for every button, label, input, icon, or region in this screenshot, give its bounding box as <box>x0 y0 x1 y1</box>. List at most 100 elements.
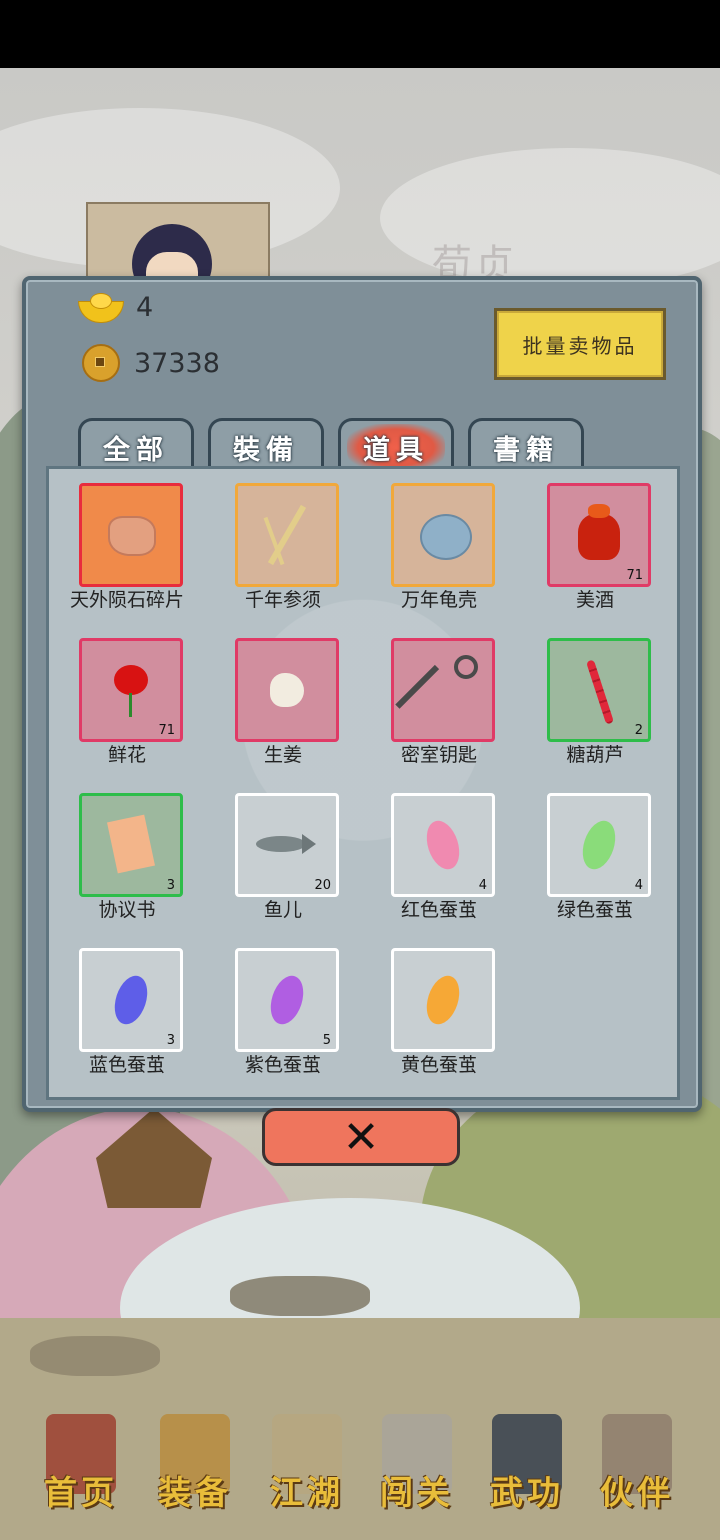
rock <box>30 1336 160 1376</box>
wine-jar-icon <box>578 514 620 560</box>
rose-icon <box>114 665 148 695</box>
item-cell[interactable]: 20 鱼儿 <box>205 779 361 929</box>
tab-equipment[interactable]: 裝備 <box>208 418 324 473</box>
item-quantity: 71 <box>626 568 643 583</box>
item-cell[interactable]: 千年参须 <box>205 469 361 619</box>
item-cell[interactable]: 71 美酒 <box>517 469 673 619</box>
inventory-dialog: 4 37338 批量卖物品 全部 裝備 道具 書籍 天外陨石碎片 千年参须 万年… <box>22 276 702 1112</box>
item-slot[interactable]: 4 <box>391 793 495 897</box>
item-cell[interactable]: 3 蓝色蚕茧 <box>49 934 205 1084</box>
red-cocoon-icon <box>421 816 465 874</box>
item-name: 绿色蚕茧 <box>556 899 633 921</box>
item-name: 生姜 <box>263 744 302 766</box>
yellow-cocoon-icon <box>421 971 465 1029</box>
batch-sell-button[interactable]: 批量卖物品 <box>494 308 666 380</box>
item-name: 美酒 <box>575 589 614 611</box>
tab-items[interactable]: 道具 <box>338 418 454 473</box>
item-slot[interactable] <box>391 483 495 587</box>
item-name: 万年龟壳 <box>400 589 477 611</box>
blue-cocoon-icon <box>109 971 153 1029</box>
document-icon <box>107 814 155 874</box>
item-slot[interactable] <box>79 483 183 587</box>
bottom-nav: 首页 装备 江湖 闯关 武功 伙伴 <box>0 1396 720 1540</box>
close-button[interactable]: ✕ <box>262 1108 460 1166</box>
gold-ingot-icon <box>78 292 124 323</box>
ginger-icon <box>270 673 304 707</box>
nav-label: 装备 <box>158 1473 232 1512</box>
nav-label: 首页 <box>44 1473 118 1512</box>
item-cell[interactable]: 万年龟壳 <box>361 469 517 619</box>
item-name: 协议书 <box>98 899 156 921</box>
item-slot[interactable] <box>235 638 339 742</box>
gold-ingot-row: 4 <box>78 292 153 323</box>
nav-partners[interactable]: 伙伴 <box>582 1414 692 1534</box>
purple-cocoon-icon <box>265 971 309 1029</box>
tab-books[interactable]: 書籍 <box>468 418 584 473</box>
item-slot[interactable] <box>391 638 495 742</box>
tab-label: 道具 <box>347 423 445 471</box>
item-quantity: 20 <box>314 878 331 893</box>
item-slot[interactable]: 4 <box>547 793 651 897</box>
candied-haws-icon <box>585 659 615 725</box>
item-cell[interactable]: 天外陨石碎片 <box>49 469 205 619</box>
rose-stem <box>129 693 132 717</box>
item-quantity: 3 <box>166 1033 175 1048</box>
tab-label: 裝備 <box>233 434 299 466</box>
item-slot[interactable]: 2 <box>547 638 651 742</box>
key-shaft <box>395 664 440 709</box>
item-quantity: 5 <box>322 1033 331 1048</box>
copper-coin-count: 37338 <box>134 347 220 379</box>
item-slot[interactable] <box>391 948 495 1052</box>
item-name: 紫色蚕茧 <box>244 1054 321 1076</box>
rock <box>230 1276 370 1316</box>
item-name: 糖葫芦 <box>566 744 624 766</box>
item-quantity: 4 <box>634 878 643 893</box>
item-name: 千年参须 <box>244 589 321 611</box>
nav-label: 江湖 <box>270 1473 344 1512</box>
item-name: 鲜花 <box>107 744 146 766</box>
item-slot[interactable]: 3 <box>79 793 183 897</box>
character-portrait[interactable] <box>86 202 270 284</box>
meteorite-icon <box>108 516 156 556</box>
nav-jianghu[interactable]: 江湖 <box>252 1414 362 1534</box>
copper-coin-row: 37338 <box>82 344 220 382</box>
item-quantity: 4 <box>478 878 487 893</box>
item-cell[interactable]: 生姜 <box>205 624 361 774</box>
nav-challenge[interactable]: 闯关 <box>362 1414 472 1534</box>
fish-icon <box>256 836 306 852</box>
item-cell[interactable]: 4 绿色蚕茧 <box>517 779 673 929</box>
nav-home[interactable]: 首页 <box>26 1414 136 1534</box>
item-cell[interactable]: 密室钥匙 <box>361 624 517 774</box>
item-slot[interactable]: 71 <box>547 483 651 587</box>
item-cell[interactable]: 4 红色蚕茧 <box>361 779 517 929</box>
item-slot[interactable]: 20 <box>235 793 339 897</box>
item-slot[interactable]: 3 <box>79 948 183 1052</box>
nav-label: 武功 <box>490 1473 564 1512</box>
fish-tail <box>302 834 316 854</box>
item-slot[interactable]: 5 <box>235 948 339 1052</box>
item-cell[interactable]: 3 协议书 <box>49 779 205 929</box>
item-slot[interactable] <box>235 483 339 587</box>
item-cell[interactable]: 黄色蚕茧 <box>361 934 517 1084</box>
key-icon <box>454 655 478 679</box>
green-cocoon-icon <box>577 816 621 874</box>
item-cell[interactable]: 2 糖葫芦 <box>517 624 673 774</box>
item-name: 红色蚕茧 <box>400 899 477 921</box>
tab-label: 全部 <box>103 434 169 466</box>
tab-label: 書籍 <box>493 434 559 466</box>
copper-coin-icon <box>82 344 120 382</box>
nav-label: 伙伴 <box>600 1473 674 1512</box>
tab-all[interactable]: 全部 <box>78 418 194 473</box>
nav-martial-arts[interactable]: 武功 <box>472 1414 582 1534</box>
nav-equipment[interactable]: 装备 <box>140 1414 250 1534</box>
item-cell[interactable]: 5 紫色蚕茧 <box>205 934 361 1084</box>
item-cell[interactable]: 71 鲜花 <box>49 624 205 774</box>
item-name: 蓝色蚕茧 <box>88 1054 165 1076</box>
item-name: 鱼儿 <box>263 899 302 921</box>
gold-ingot-count: 4 <box>136 292 154 323</box>
nav-label: 闯关 <box>380 1473 454 1512</box>
item-grid: 天外陨石碎片 千年参须 万年龟壳 71 美酒 71 鲜花 生姜 密室钥匙 2 糖… <box>46 466 680 1100</box>
wine-jar-lid <box>588 504 610 518</box>
cloud <box>380 148 720 288</box>
item-slot[interactable]: 71 <box>79 638 183 742</box>
